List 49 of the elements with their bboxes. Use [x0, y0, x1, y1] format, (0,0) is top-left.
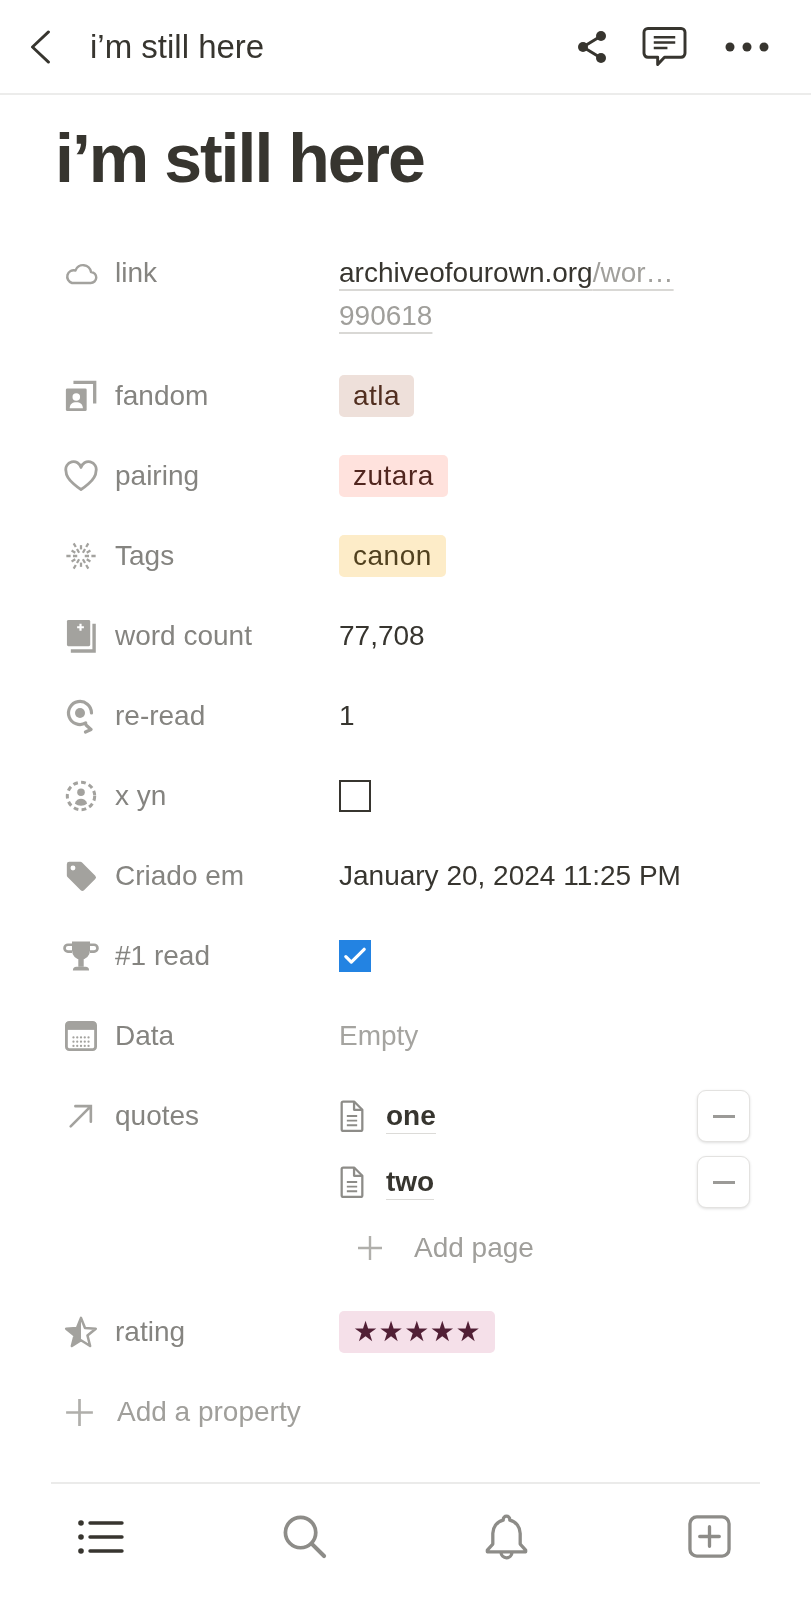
- minus-icon: [712, 1114, 735, 1118]
- document-icon: [339, 1100, 365, 1132]
- list-icon[interactable]: [78, 1519, 125, 1554]
- property-label: pairing: [115, 459, 200, 493]
- bell-icon[interactable]: [485, 1513, 529, 1560]
- remove-button[interactable]: [697, 1090, 750, 1142]
- property-label: Data: [115, 1019, 175, 1053]
- document-icon: [339, 1166, 365, 1198]
- remove-button[interactable]: [697, 1156, 750, 1208]
- minus-icon: [712, 1180, 735, 1184]
- plus-icon: [65, 1397, 94, 1427]
- number-value: 77,708: [339, 619, 425, 653]
- property-label: #1 read: [115, 939, 210, 973]
- checkbox[interactable]: [339, 939, 371, 972]
- link-url[interactable]: archiveofourown.org/wor… 990618: [339, 251, 674, 337]
- calendar-icon: [64, 1019, 98, 1052]
- check-icon: [344, 946, 366, 965]
- heart-icon: [63, 459, 99, 492]
- checkbox[interactable]: [339, 779, 371, 812]
- select-tag[interactable]: atla: [339, 374, 415, 417]
- page-link[interactable]: two: [386, 1164, 435, 1200]
- date-value: January 20, 2024 11:25 PM: [339, 859, 681, 893]
- select-tag[interactable]: ★★★★★: [339, 1310, 495, 1353]
- property-label: link: [115, 256, 157, 290]
- number-value: 1: [339, 699, 355, 733]
- search-icon[interactable]: [281, 1514, 327, 1559]
- select-tag[interactable]: zutara: [339, 454, 448, 497]
- page-title: i’m still here: [55, 119, 424, 198]
- property-label: x yn: [115, 779, 167, 813]
- page-link[interactable]: one: [386, 1098, 436, 1134]
- plus-square-icon[interactable]: [688, 1515, 732, 1558]
- share-icon[interactable]: [576, 29, 608, 64]
- property-label: Criado em: [115, 859, 245, 893]
- property-label: quotes: [115, 1099, 200, 1133]
- dashed-person-circle-icon: [64, 778, 98, 813]
- property-label: word count: [115, 619, 252, 653]
- framed-person-icon: [64, 378, 98, 413]
- half-star-icon: [63, 1314, 99, 1349]
- property-label: rating: [115, 1315, 186, 1349]
- header-title: i’m still here: [90, 27, 266, 66]
- stacked-card-icon: [65, 618, 97, 653]
- plus-icon: [357, 1235, 383, 1261]
- select-tag[interactable]: canon: [339, 534, 446, 577]
- property-label: fandom: [115, 379, 209, 413]
- more-icon[interactable]: [725, 41, 769, 52]
- back-icon[interactable]: [28, 29, 52, 64]
- property-label: Tags: [115, 539, 175, 573]
- property-label: re-read: [115, 699, 206, 733]
- comment-icon[interactable]: [642, 26, 687, 67]
